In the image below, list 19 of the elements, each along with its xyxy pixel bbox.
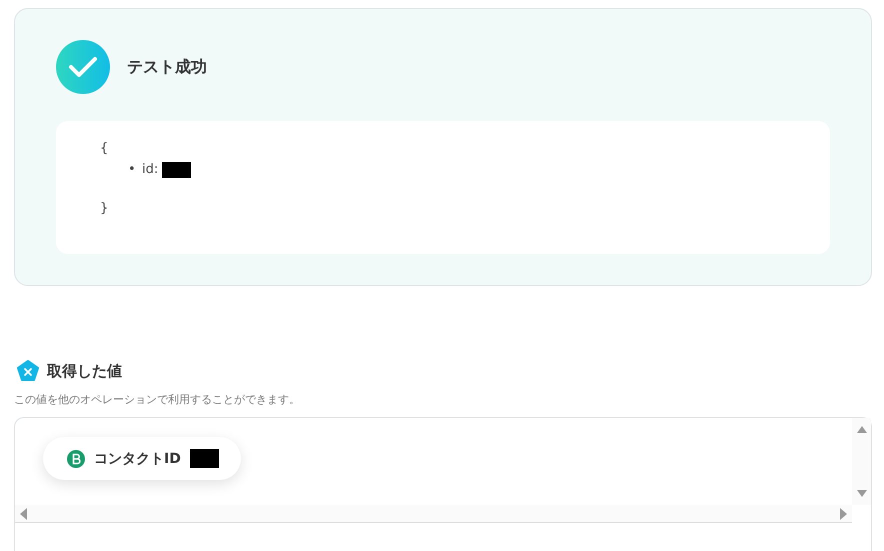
horizontal-scrollbar[interactable] xyxy=(15,505,852,523)
redaction-mark xyxy=(190,449,219,468)
scroll-right-icon[interactable] xyxy=(839,508,847,520)
vertical-scrollbar[interactable] xyxy=(852,418,871,505)
list-bullet: • xyxy=(128,161,137,179)
close-brace: } xyxy=(100,201,110,217)
field-label: id: xyxy=(142,161,158,179)
redaction-mark xyxy=(162,162,192,178)
open-brace: { xyxy=(100,141,110,157)
result-title: テスト成功 xyxy=(127,56,207,78)
pentagon-x-icon xyxy=(17,360,39,382)
value-chip[interactable]: コンタクトID xyxy=(43,437,241,480)
scroll-up-icon[interactable] xyxy=(856,424,868,434)
section-title: 取得した値 xyxy=(47,362,122,380)
scroll-down-icon[interactable] xyxy=(856,489,868,499)
check-icon xyxy=(56,40,110,94)
section-description: この値を他のオペレーションで利用することができます。 xyxy=(14,392,301,407)
scroll-left-icon[interactable] xyxy=(20,508,28,520)
letter-b-icon xyxy=(67,450,85,468)
